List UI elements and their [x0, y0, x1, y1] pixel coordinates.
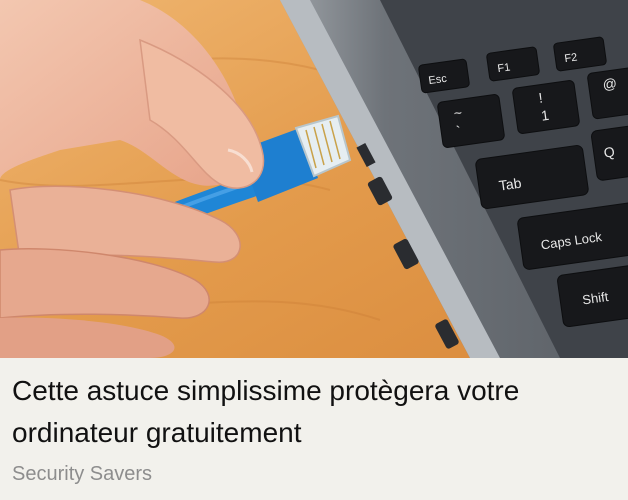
ad-text: Cette astuce simplissime protègera votre… — [0, 358, 628, 500]
key-f1-label: F1 — [497, 61, 511, 75]
ad-image[interactable]: Esc F1 F2 ~ ` ! 1 @ Q Tab Caps Lock Shif… — [0, 0, 628, 358]
ad-card[interactable]: Esc F1 F2 ~ ` ! 1 @ Q Tab Caps Lock Shif… — [0, 0, 628, 500]
key-2 — [587, 66, 628, 120]
key-tilde — [437, 94, 505, 148]
key-tab-label: Tab — [498, 175, 523, 194]
ethernet-laptop-photo: Esc F1 F2 ~ ` ! 1 @ Q Tab Caps Lock Shif… — [0, 0, 628, 358]
key-at-label: @ — [602, 75, 618, 93]
key-f2-label: F2 — [564, 51, 578, 65]
ad-source[interactable]: Security Savers — [12, 462, 152, 486]
ad-headline[interactable]: Cette astuce simplissime protègera votre… — [12, 370, 612, 454]
